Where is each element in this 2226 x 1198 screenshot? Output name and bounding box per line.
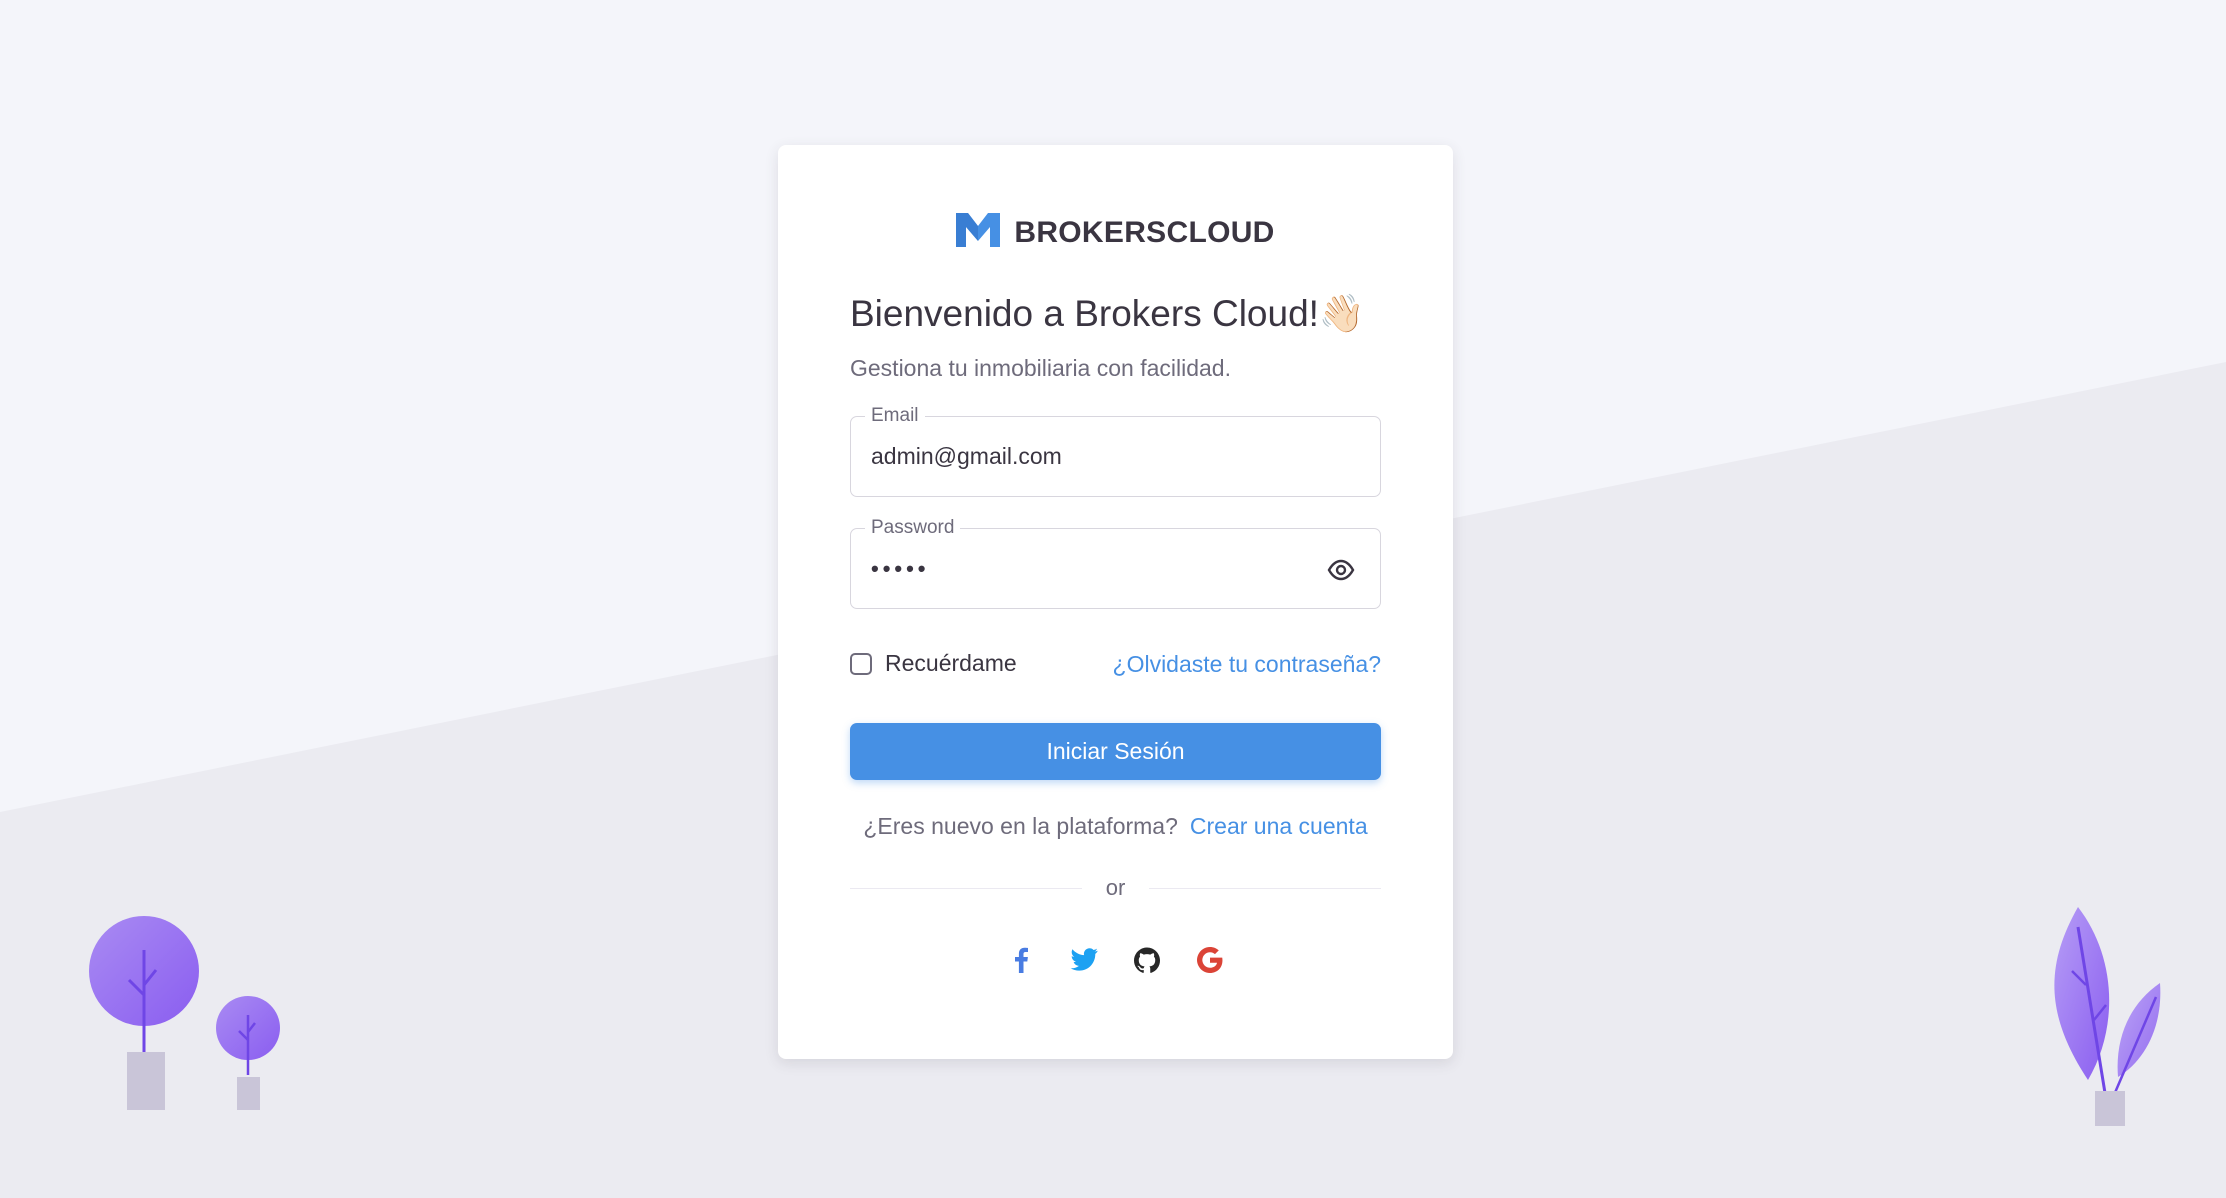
twitter-icon[interactable] (1070, 945, 1099, 974)
google-icon[interactable] (1196, 945, 1225, 974)
social-login-buttons (778, 945, 1453, 974)
email-input[interactable]: admin@gmail.com (871, 417, 1062, 496)
divider-text: or (1105, 875, 1126, 900)
signup-row: ¿Eres nuevo en la plataforma? Crear una … (778, 813, 1453, 840)
divider-line-right (1149, 887, 1381, 889)
brand-name: BROKERSCLOUD (1014, 215, 1275, 249)
remember-me-checkbox[interactable]: Recuérdame (850, 650, 1017, 677)
forgot-password-link[interactable]: ¿Olvidaste tu contraseña? (1113, 651, 1381, 678)
password-input[interactable]: ••••• (871, 529, 930, 608)
password-field[interactable]: Password ••••• (850, 515, 1381, 609)
plant-illustration-right (2054, 907, 2161, 1126)
facebook-icon[interactable] (1007, 945, 1036, 974)
page-title: Bienvenido a Brokers Cloud!👋🏻 (850, 293, 1366, 334)
page-subtitle: Gestiona tu inmobiliaria con facilidad. (850, 355, 1231, 381)
github-icon[interactable] (1133, 945, 1162, 974)
create-account-link[interactable]: Crear una cuenta (1190, 813, 1368, 840)
signup-question: ¿Eres nuevo en la plataforma? (863, 813, 1178, 839)
remember-me-label: Recuérdame (885, 650, 1017, 676)
tree-illustration-left (89, 916, 280, 1110)
divider: or (850, 875, 1381, 901)
login-card: BROKERSCLOUD Bienvenido a Brokers Cloud!… (778, 145, 1453, 1059)
login-button[interactable]: Iniciar Sesión (850, 723, 1381, 780)
checkbox-box[interactable] (850, 652, 872, 675)
brand-header: BROKERSCLOUD (778, 213, 1453, 252)
m-logo-icon (956, 213, 1001, 252)
email-field[interactable]: Email admin@gmail.com (850, 403, 1381, 497)
divider-line-left (850, 887, 1082, 889)
eye-icon[interactable] (1326, 555, 1356, 585)
